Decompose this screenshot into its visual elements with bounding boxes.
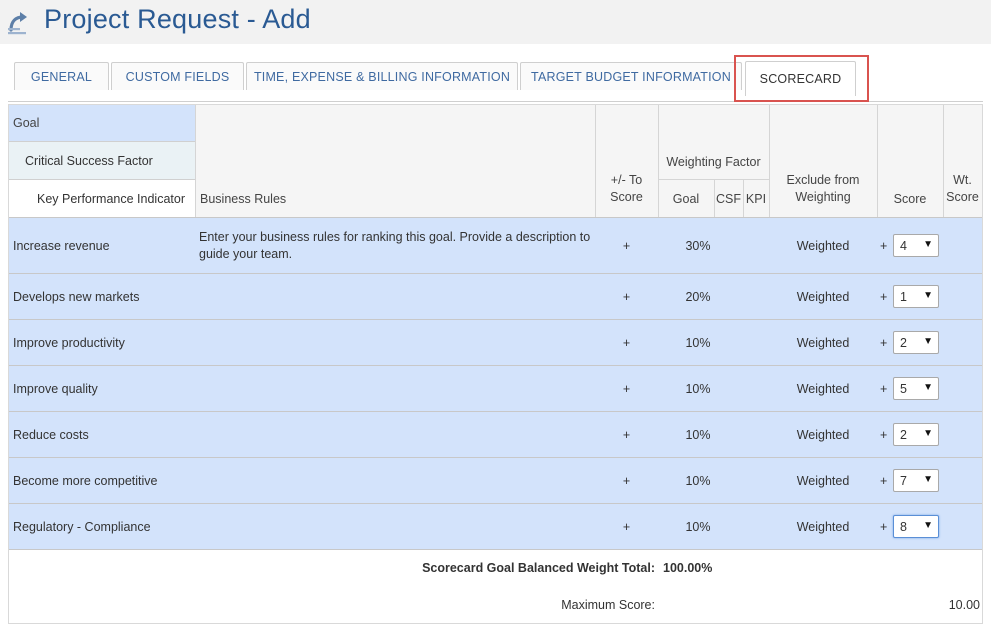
table-row: Improve quality + 10% Weighted + 5 ▼ [9,366,982,411]
grid-line [595,105,596,218]
chevron-down-icon: ▼ [923,474,933,485]
header-plus-minus: +/- To Score [595,165,658,213]
score-select[interactable]: 4 ▼ [893,234,939,257]
chevron-down-icon: ▼ [923,239,933,250]
table-row: Become more competitive + 10% Weighted +… [9,458,982,503]
goal-weight-value: 10% [685,335,711,350]
refresh-arrow-icon [8,12,27,35]
weight-total-label: Scorecard Goal Balanced Weight Total: [422,561,655,575]
page-header: Project Request - Add [0,0,991,44]
plus-minus-value: + [622,427,631,442]
header-wf-goal: Goal [658,180,714,218]
header-kpi: Key Performance Indicator [9,180,195,218]
chevron-down-icon: ▼ [923,428,933,439]
tab-custom-fields[interactable]: CUSTOM FIELDS [111,62,244,90]
table-row: Regulatory - Compliance + 10% Weighted +… [9,504,982,549]
score-sign: + [880,238,888,253]
score-sign: + [880,381,888,396]
score-sign: + [880,427,888,442]
score-sign: + [880,473,888,488]
goal-name: Increase revenue [13,238,110,253]
tab-scorecard[interactable]: SCORECARD [745,61,856,96]
chevron-down-icon: ▼ [923,382,933,393]
page-title: Project Request - Add [44,4,311,34]
goal-name: Become more competitive [13,473,158,488]
goal-name: Reduce costs [13,427,89,442]
goal-name: Develops new markets [13,289,140,304]
table-row: Increase revenue Enter your business rul… [9,218,982,273]
tab-divider [8,101,983,102]
header-business-rules: Business Rules [195,180,595,218]
score-select[interactable]: 5 ▼ [893,377,939,400]
plus-minus-value: + [622,335,631,350]
goal-weight-value: 10% [685,427,711,442]
header-weighting-factor: Weighting Factor [658,145,769,178]
table-row: Develops new markets + 20% Weighted + 1 ▼ [9,274,982,319]
header-score: Score [877,180,943,218]
goal-weight-value: 30% [685,238,711,253]
row-divider [9,549,982,550]
tab-general[interactable]: GENERAL [14,62,109,90]
header-wt-score: Wt. Score [943,165,982,213]
exclude-value: Weighted [796,519,850,534]
tab-target-budget[interactable]: TARGET BUDGET INFORMATION [520,62,742,90]
goal-name: Improve productivity [13,335,125,350]
goal-weight-value: 10% [685,473,711,488]
header-goal: Goal [9,105,195,142]
grid-line [195,105,196,218]
weight-total-value: 100.00% [663,561,713,575]
scorecard-grid: Goal Critical Success Factor Key Perform… [8,104,983,624]
goal-weight-value: 20% [685,289,711,304]
header-csf: Critical Success Factor [9,142,195,180]
tab-time-expense-billing[interactable]: TIME, EXPENSE & BILLING INFORMATION [246,62,518,90]
chevron-down-icon: ▼ [923,290,933,301]
exclude-value: Weighted [796,289,850,304]
goal-weight-value: 10% [685,519,711,534]
goal-name: Improve quality [13,381,98,396]
grid-line [943,105,944,218]
plus-minus-value: + [622,473,631,488]
score-select[interactable]: 2 ▼ [893,331,939,354]
plus-minus-value: + [622,519,631,534]
table-row: Reduce costs + 10% Weighted + 2 ▼ [9,412,982,457]
exclude-value: Weighted [796,427,850,442]
exclude-value: Weighted [796,381,850,396]
header-wf-kpi: KPI [743,180,769,218]
exclude-value: Weighted [796,473,850,488]
plus-minus-value: + [622,238,631,253]
score-sign: + [880,289,888,304]
max-score-value: 10.00 [948,598,980,612]
grid-line [658,179,769,180]
score-select[interactable]: 2 ▼ [893,423,939,446]
score-select[interactable]: 1 ▼ [893,285,939,308]
exclude-value: Weighted [796,335,850,350]
header-wf-csf: CSF [714,180,743,218]
grid-line [769,105,770,218]
score-select[interactable]: 7 ▼ [893,469,939,492]
tab-bar: GENERAL CUSTOM FIELDS TIME, EXPENSE & BI… [0,61,991,102]
max-score-label: Maximum Score: [561,598,655,612]
grid-line [714,180,715,218]
score-sign: + [880,519,888,534]
chevron-down-icon: ▼ [923,520,933,531]
grid-line [877,105,878,218]
score-sign: + [880,335,888,350]
plus-minus-value: + [622,381,631,396]
chevron-down-icon: ▼ [923,336,933,347]
goal-weight-value: 10% [685,381,711,396]
goal-name: Regulatory - Compliance [13,519,151,534]
exclude-value: Weighted [796,238,850,253]
grid-line [658,105,659,218]
header-exclude: Exclude from Weighting [769,165,877,213]
grid-line [743,180,744,218]
plus-minus-value: + [622,289,631,304]
table-row: Improve productivity + 10% Weighted + 2 ▼ [9,320,982,365]
business-rules-text: Enter your business rules for ranking th… [199,229,591,261]
score-select[interactable]: 8 ▼ [893,515,939,538]
